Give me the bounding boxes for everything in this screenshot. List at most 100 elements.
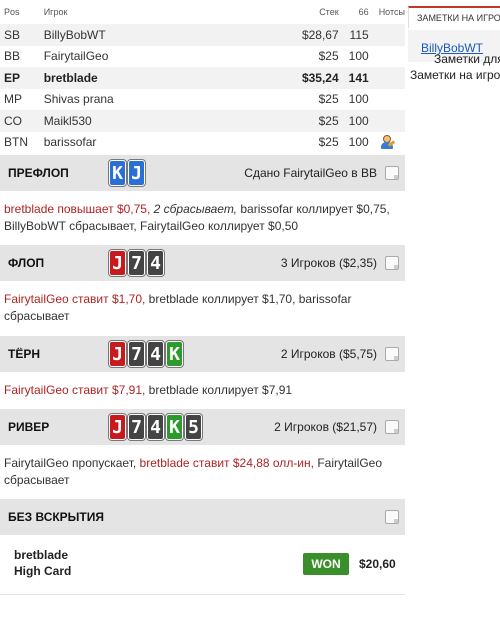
tab-player-notes[interactable]: ЗАМЕТКИ НА ИГРОКА [408, 6, 500, 28]
row-stack: $25 [265, 110, 345, 132]
card: 7 [128, 250, 145, 276]
action-text: FairytailGeo [317, 456, 383, 470]
hand-history-panel: Pos Игрок Стек 66 Нотсы SB BillyBobWT $2… [0, 0, 405, 595]
street-header-showdown: БЕЗ ВСКРЫТИЯ [0, 499, 405, 535]
row-player: Maikl530 [39, 110, 266, 132]
action-text: FairytailGeo ставит $7,91, [4, 383, 146, 397]
action-text: сбрасывает [4, 473, 70, 487]
row-notes[interactable] [374, 24, 405, 46]
row-pos: BTN [4, 135, 28, 150]
row-notes[interactable] [374, 110, 405, 132]
col-bb: 66 [358, 7, 369, 17]
card: J [109, 250, 126, 276]
row-notes[interactable] [375, 89, 405, 111]
hole-cards: K J [109, 160, 145, 186]
row-stack: $35,24 [265, 67, 345, 89]
row-player: FairytailGeo [43, 49, 109, 64]
street-info: 3 Игроков ($2,35) [280, 256, 377, 270]
action-text: FairytailGeo ставит $1,70, [4, 292, 146, 306]
street-title: ПРЕФЛОП [8, 166, 69, 180]
row-player: barissofar [43, 135, 97, 150]
row-stack: $25 [318, 135, 339, 150]
col-notes: Нотсы [378, 7, 405, 17]
street-actions-river: FairytailGeo пропускает, bretblade стави… [0, 445, 405, 489]
table-header-row: Pos Игрок Стек 66 Нотсы [0, 0, 405, 24]
row-pos: CO [0, 110, 40, 132]
col-player: Игрок [43, 7, 68, 17]
table-row[interactable]: BTN barissofar $25 100 [0, 132, 405, 154]
board-cards: J 7 4 K [109, 341, 183, 367]
card: K [109, 160, 126, 186]
row-bb: 100 [344, 110, 375, 132]
row-pos: SB [0, 24, 40, 46]
board-cards: J 7 4 K 5 [109, 414, 202, 440]
street-title: ТЁРН [8, 347, 41, 361]
notes-header: Заметки для BillyBobWT [408, 30, 500, 66]
card: 4 [147, 414, 164, 440]
street-checkbox[interactable] [385, 420, 399, 434]
won-badge: WON [303, 553, 349, 575]
street-title: ФЛОП [8, 256, 45, 270]
table-row[interactable]: MP Shivas prana $25 100 [0, 89, 405, 111]
row-notes[interactable] [375, 132, 405, 154]
action-text: BillyBobWT сбрасывает, FairytailGeo колл… [4, 219, 299, 233]
row-pos: MP [4, 92, 22, 107]
row-player: BillyBobWT [39, 24, 266, 46]
street-actions-turn: FairytailGeo ставит $7,91, bretblade кол… [0, 372, 405, 400]
player-note-icon[interactable] [379, 134, 395, 150]
winner-info: bretblade High Card [14, 547, 71, 579]
table-row[interactable]: BB FairytailGeo $25 100 [0, 46, 405, 68]
card: J [109, 341, 126, 367]
row-bb: 141 [344, 67, 375, 89]
action-text: bretblade ставит $24,88 олл-ин, [139, 456, 314, 470]
action-text: 2 сбрасывает, [153, 202, 238, 216]
action-text: сбрасывает [4, 309, 70, 323]
card: J [128, 160, 145, 186]
card: J [109, 414, 126, 440]
row-bb: 100 [348, 49, 369, 64]
table-row[interactable]: CO Maikl530 $25 100 [0, 110, 405, 132]
row-player: bretblade [39, 67, 266, 89]
street-header-flop: ФЛОП J 7 4 3 Игроков ($2,35) [0, 245, 405, 281]
row-stack: $25 [318, 92, 339, 107]
row-stack: $25 [318, 49, 339, 64]
action-text: FairytailGeo пропускает, [4, 456, 137, 470]
row-bb: 115 [344, 24, 375, 46]
table-row-hero[interactable]: EP bretblade $35,24 141 [0, 67, 405, 89]
showdown-result: bretblade High Card WON $20,60 [0, 535, 405, 595]
row-stack: $28,67 [265, 24, 345, 46]
card: 7 [128, 414, 145, 440]
row-bb: 100 [348, 92, 369, 107]
street-header-preflop: ПРЕФЛОП K J Сдано FairytailGeo в BB [0, 155, 405, 191]
card: 4 [147, 250, 164, 276]
action-text: bretblade коллирует $1,70, barissofar [148, 292, 352, 306]
action-text: bretblade повышает $0,75, [4, 202, 151, 216]
notes-panel: ЗАМЕТКИ НА ИГРОКА Заметки для BillyBobWT… [408, 0, 500, 634]
tab-label: ЗАМЕТКИ НА ИГРОКА [417, 13, 500, 23]
street-checkbox[interactable] [385, 256, 399, 270]
row-notes[interactable] [374, 67, 405, 89]
row-pos: EP [0, 67, 40, 89]
street-info: 2 Игроков ($21,57) [274, 420, 377, 434]
players-table: Pos Игрок Стек 66 Нотсы SB BillyBobWT $2… [0, 0, 405, 153]
street-info: 2 Игроков ($5,75) [280, 347, 377, 361]
col-stack: Стек [319, 7, 339, 17]
street-title: БЕЗ ВСКРЫТИЯ [8, 510, 105, 524]
card: K [166, 341, 183, 367]
row-notes[interactable] [375, 46, 405, 68]
table-row[interactable]: SB BillyBobWT $28,67 115 [0, 24, 405, 46]
card: 7 [128, 341, 145, 367]
row-bb: 100 [348, 135, 369, 150]
street-checkbox[interactable] [385, 166, 399, 180]
street-title: РИВЕР [8, 420, 50, 434]
street-info: Сдано FairytailGeo в BB [244, 166, 377, 180]
street-checkbox[interactable] [385, 510, 399, 524]
notes-for-label: Заметки для BillyBobWT [421, 41, 500, 66]
street-header-turn: ТЁРН J 7 4 K 2 Игроков ($5,75) [0, 336, 405, 372]
winner-name: bretblade [14, 548, 69, 562]
street-checkbox[interactable] [385, 347, 399, 361]
action-text: bretblade коллирует $7,91 [148, 383, 293, 397]
row-pos: BB [4, 49, 21, 64]
card: 5 [185, 414, 202, 440]
won-amount: $20,60 [359, 557, 396, 571]
